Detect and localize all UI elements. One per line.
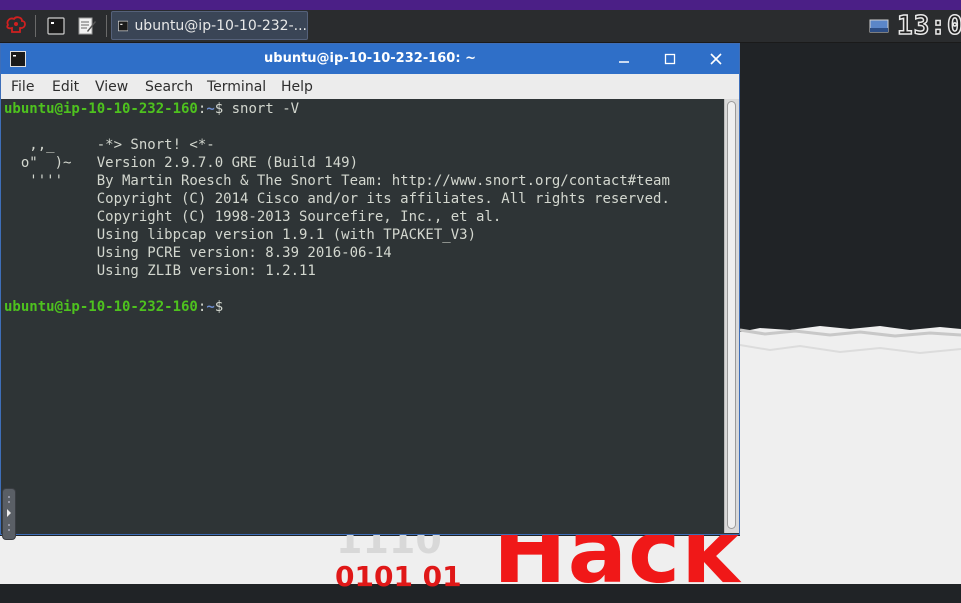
maximize-button[interactable] — [659, 49, 681, 69]
panel-accent-strip — [0, 0, 961, 10]
prompt-symbol: $ — [214, 101, 224, 117]
window-titlebar[interactable]: ubuntu@ip-10-10-232-160: ~ — [1, 44, 739, 74]
prompt-symbol: $ — [214, 299, 224, 315]
panel-separator — [106, 15, 107, 37]
output-line: o" )~ Version 2.9.7.0 GRE (Build 149) — [4, 155, 359, 171]
menu-terminal[interactable]: Terminal — [207, 79, 266, 95]
prompt-user: ubuntu@ip-10-10-232-160 — [4, 101, 198, 117]
output-line: Using PCRE version: 8.39 2016-06-14 — [4, 245, 392, 261]
terminal-icon — [118, 20, 129, 31]
menu-edit[interactable]: Edit — [52, 79, 79, 95]
close-button[interactable] — [705, 49, 727, 69]
system-menu-button[interactable] — [2, 13, 30, 39]
wallpaper-binary-bottom: 0101 01 — [335, 560, 462, 593]
taskbar-terminal-window[interactable]: ubuntu@ip-10-10-232-... — [111, 11, 308, 40]
taskbar-window-label: ubuntu@ip-10-10-232-... — [134, 17, 307, 34]
panel-clock[interactable]: 13:04 — [896, 11, 961, 41]
prompt-line: ubuntu@ip-10-10-232-160:~$ — [4, 299, 223, 315]
output-line: ,,_ -*> Snort! <*- — [4, 137, 215, 153]
close-icon — [710, 53, 722, 65]
top-panel: ubuntu@ip-10-10-232-... 13:04 — [0, 10, 961, 43]
minimize-button[interactable] — [613, 49, 635, 69]
output-line: Copyright (C) 2014 Cisco and/or its affi… — [4, 191, 670, 207]
menu-bar: File Edit View Search Terminal Help — [1, 74, 739, 100]
menu-view[interactable]: View — [95, 79, 128, 95]
minimize-icon — [619, 61, 629, 63]
expand-arrow-icon — [7, 496, 11, 531]
scrollbar-thumb[interactable] — [727, 101, 736, 529]
menu-search[interactable]: Search — [145, 79, 193, 95]
display-icon — [869, 19, 889, 33]
output-line: Using ZLIB version: 1.2.11 — [4, 263, 316, 279]
output-line: Copyright (C) 1998-2013 Sourcefire, Inc.… — [4, 209, 502, 225]
output-line: '''' By Martin Roesch & The Snort Team: … — [4, 173, 670, 189]
command-text: snort -V — [223, 101, 300, 117]
prompt-path: ~ — [206, 299, 215, 315]
prompt-user: ubuntu@ip-10-10-232-160 — [4, 299, 198, 315]
side-panel-handle[interactable] — [2, 488, 16, 540]
system-menu-icon — [6, 16, 26, 33]
display-tray-button[interactable] — [866, 13, 892, 39]
terminal-output[interactable]: ubuntu@ip-10-10-232-160:~$ snort -V ,,_ … — [1, 99, 724, 533]
menu-file[interactable]: File — [11, 79, 34, 95]
text-editor-icon — [78, 17, 96, 35]
terminal-icon — [47, 17, 65, 35]
panel-separator — [35, 15, 36, 37]
output-line: Using libpcap version 1.9.1 (with TPACKE… — [4, 227, 477, 243]
terminal-scrollbar[interactable] — [724, 99, 739, 533]
terminal-window: ubuntu@ip-10-10-232-160: ~ File Edit Vie… — [0, 43, 740, 535]
prompt-line: ubuntu@ip-10-10-232-160:~$ snort -V — [4, 101, 299, 117]
maximize-icon — [664, 53, 676, 65]
terminal-launcher[interactable] — [44, 13, 68, 39]
text-editor-launcher[interactable] — [75, 13, 99, 39]
prompt-path: ~ — [206, 101, 215, 117]
menu-help[interactable]: Help — [281, 79, 313, 95]
